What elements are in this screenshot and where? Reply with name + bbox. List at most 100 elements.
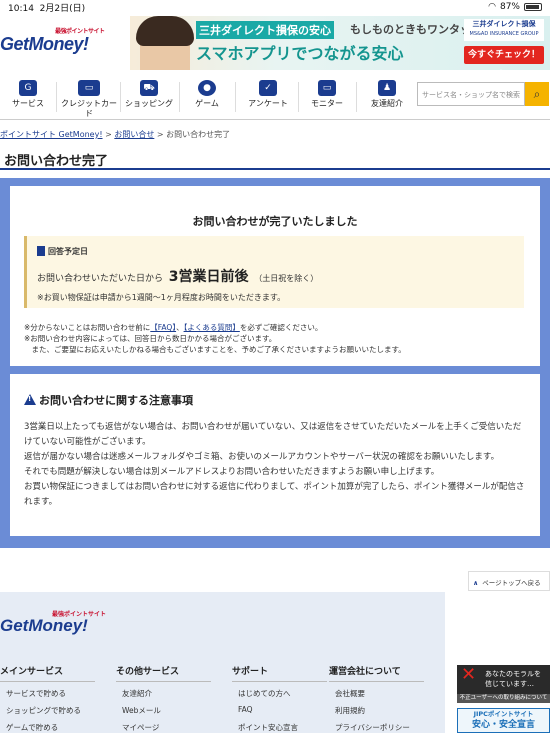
due-note: ※お買い物保証は申請から1週間〜1ヶ月程度お時間をいただきます。 — [37, 293, 286, 302]
nav-label: モニター — [311, 99, 343, 108]
faq-link[interactable]: 【FAQ】 — [150, 323, 176, 332]
nav-item-monitor[interactable]: ▭ モニター — [301, 78, 353, 118]
caution-heading-text: お問い合わせに関する注意事項 — [39, 394, 193, 407]
wifi-icon: ◠ — [488, 2, 496, 12]
banner-brand: 三井ダイレクト損保 MS&AD INSURANCE GROUP — [464, 19, 544, 41]
nav-label: 友達紹介 — [371, 99, 403, 108]
footer-link[interactable]: プライバシーポリシー — [329, 722, 424, 733]
nav-item-survey[interactable]: ✓ アンケート — [240, 78, 296, 118]
footer-link[interactable]: Webメール — [116, 705, 211, 722]
footer-link[interactable]: ゲームで貯める — [0, 722, 95, 733]
ad-banner[interactable]: 三井ダイレクト損保の安心 もしものときもワンタップ スマホアプリでつながる安心 … — [130, 16, 550, 70]
footer-col-heading: サポート — [232, 664, 327, 682]
complete-notes: ※分からないことはお問い合わせ前に【FAQ】、【よくある質問】を必ずご確認くださ… — [24, 322, 406, 355]
page-top-button[interactable]: ∧ ページトップへ戻る — [468, 571, 550, 591]
nav-item-credit-card[interactable]: ▭ クレジットカード — [58, 78, 120, 118]
due-prefix: お問い合わせいただいた日から — [37, 274, 164, 284]
complete-heading: お問い合わせが完了いたしました — [192, 215, 358, 228]
cross-icon: ✕ — [461, 664, 477, 685]
nav-item-game[interactable]: ● ゲーム — [181, 78, 233, 118]
battery-icon — [524, 3, 542, 11]
note1-post: を必ずご確認ください。 — [239, 323, 323, 332]
nav-item-shopping[interactable]: ⛟ ショッピング — [121, 78, 177, 118]
footer-link[interactable]: はじめての方へ — [232, 688, 327, 705]
status-bar: 10:14 2月2日(日) ◠ 87% — [0, 0, 550, 14]
nav-label: ショッピング — [125, 99, 173, 108]
banner-person-image — [136, 16, 194, 70]
site-header: GetMoney! 最強ポイントサイト 三井ダイレクト損保の安心 もしものときも… — [0, 14, 550, 72]
banner-brand-en: MS&AD INSURANCE GROUP — [469, 31, 539, 37]
due-label-text: 回答予定日 — [48, 247, 88, 256]
search-button[interactable]: ⌕ — [525, 82, 549, 106]
nav-item-service[interactable]: G サービス — [2, 78, 54, 118]
footer-link[interactable]: サービスで貯める — [0, 688, 95, 705]
jipc-ad-top: JIPCポイントサイト — [473, 710, 534, 718]
caution-paragraph: 返信が届かない場合は迷惑メールフォルダやゴミ箱、お使いのメールアカウントやサーバ… — [24, 452, 500, 462]
page-top-label: ページトップへ戻る — [482, 579, 541, 587]
warning-icon — [24, 394, 36, 405]
note1-pre: ※分からないことはお問い合わせ前に — [24, 323, 151, 332]
footer-logo[interactable]: GetMoney! 最強ポイントサイト — [0, 612, 106, 636]
note1-sep: 、 — [176, 323, 184, 332]
due-line: お問い合わせいただいた日から 3営業日前後 （土日祝を除く） — [37, 266, 318, 286]
search-icon: ⌕ — [533, 87, 541, 101]
search-input[interactable]: サービス名・ショップ名で検索 — [417, 82, 525, 106]
banner-line1b: もしものときもワンタップ — [350, 23, 482, 36]
friend-icon: ♟ — [378, 80, 396, 96]
banner-cta-button[interactable]: 今すぐチェック！ ▶ — [464, 46, 544, 70]
footer-link[interactable]: 友達紹介 — [116, 688, 211, 705]
title-divider — [0, 168, 550, 170]
game-icon: ● — [198, 80, 216, 96]
due-suffix: （土日祝を除く） — [254, 274, 319, 283]
note3: また、ご要望にお応えいたしかねる場合もございますことを、予めご了承くださいますよ… — [24, 345, 406, 354]
caution-heading: お問い合わせに関する注意事項 — [24, 392, 193, 408]
chevron-up-icon: ∧ — [473, 579, 479, 587]
banner-line2: スマホアプリでつながる安心 — [196, 44, 404, 63]
footer-link[interactable]: ショッピングで貯める — [0, 705, 95, 722]
page-title: お問い合わせ完了 — [4, 154, 109, 169]
shopping-cart-icon: ⛟ — [140, 80, 158, 96]
due-date-box: 回答予定日 お問い合わせいただいた日から 3営業日前後 （土日祝を除く） ※お買… — [24, 236, 524, 308]
monitor-icon: ▭ — [318, 80, 336, 96]
footer-col-heading: メインサービス — [0, 664, 95, 682]
due-value: 3営業日前後 — [168, 269, 249, 285]
breadcrumb-parent-link[interactable]: お問い合せ — [114, 130, 154, 139]
footer-logo-text: GetMoney! — [0, 616, 88, 635]
footer-link[interactable]: マイページ — [116, 722, 211, 733]
footer-link[interactable]: 会社概要 — [329, 688, 424, 705]
nav-label: ゲーム — [195, 99, 219, 108]
footer-link[interactable]: FAQ — [232, 705, 327, 722]
site-footer: GetMoney! 最強ポイントサイト メインサービス サービスで貯める ショッ… — [0, 592, 445, 733]
footer-col-main: メインサービス サービスで貯める ショッピングで貯める ゲームで貯める — [0, 664, 95, 733]
footer-link[interactable]: ポイント安心宣言 — [232, 722, 327, 733]
status-date: 2月2日(日) — [39, 3, 86, 14]
caution-card: お問い合わせに関する注意事項 3営業日以上たっても返信がない場合は、お問い合わせ… — [10, 374, 540, 536]
footer-col-heading: 運営会社について — [329, 664, 424, 682]
footer-col-heading: その他サービス — [116, 664, 211, 682]
site-logo[interactable]: GetMoney! 最強ポイントサイト — [0, 29, 105, 55]
banner-brand-name: 三井ダイレクト損保 — [472, 20, 536, 28]
footer-col-company: 運営会社について 会社概要 利用規約 プライバシーポリシー — [329, 664, 424, 733]
hourglass-icon — [37, 246, 45, 256]
moral-ad-banner[interactable]: ✕ あなたのモラルを信じています… 不正ユーザーへの取り組みについて — [457, 665, 550, 703]
jipc-ad-banner[interactable]: JIPCポイントサイト 安心・安全宣言 — [457, 708, 550, 733]
breadcrumb: ポイントサイト GetMoney! > お問い合せ > お問い合わせ完了 — [0, 130, 231, 139]
breadcrumb-home-link[interactable]: ポイントサイト GetMoney! — [0, 130, 103, 139]
footer-link[interactable]: 利用規約 — [329, 705, 424, 722]
logo-text: GetMoney! — [0, 34, 89, 54]
footer-logo-subtitle: 最強ポイントサイト — [52, 612, 107, 618]
caution-body: 3営業日以上たっても返信がない場合は、お問い合わせが届いていない、又は返信をさせ… — [24, 420, 529, 510]
nav-label: クレジットカード — [61, 99, 117, 118]
battery-percent: 87% — [499, 2, 520, 12]
due-label: 回答予定日 — [37, 246, 88, 257]
breadcrumb-current: お問い合わせ完了 — [166, 130, 231, 139]
nav-item-friend[interactable]: ♟ 友達紹介 — [360, 78, 414, 118]
caution-paragraph: 3営業日以上たっても返信がない場合は、お問い合わせが届いていない、又は返信をさせ… — [24, 422, 522, 447]
status-time: 10:14 — [8, 3, 34, 14]
main-content: お問い合わせが完了いたしました 回答予定日 お問い合わせいただいた日から 3営業… — [0, 178, 550, 548]
qa-link[interactable]: 【よくある質問】 — [184, 323, 240, 332]
caution-paragraph: お買い物保証につきましてはお問い合わせに対する返信に代わりまして、ポイント加算が… — [24, 482, 525, 507]
banner-line1: 三井ダイレクト損保の安心 — [196, 21, 334, 39]
footer-col-support: サポート はじめての方へ FAQ ポイント安心宣言 — [232, 664, 327, 733]
service-icon: G — [19, 80, 37, 96]
